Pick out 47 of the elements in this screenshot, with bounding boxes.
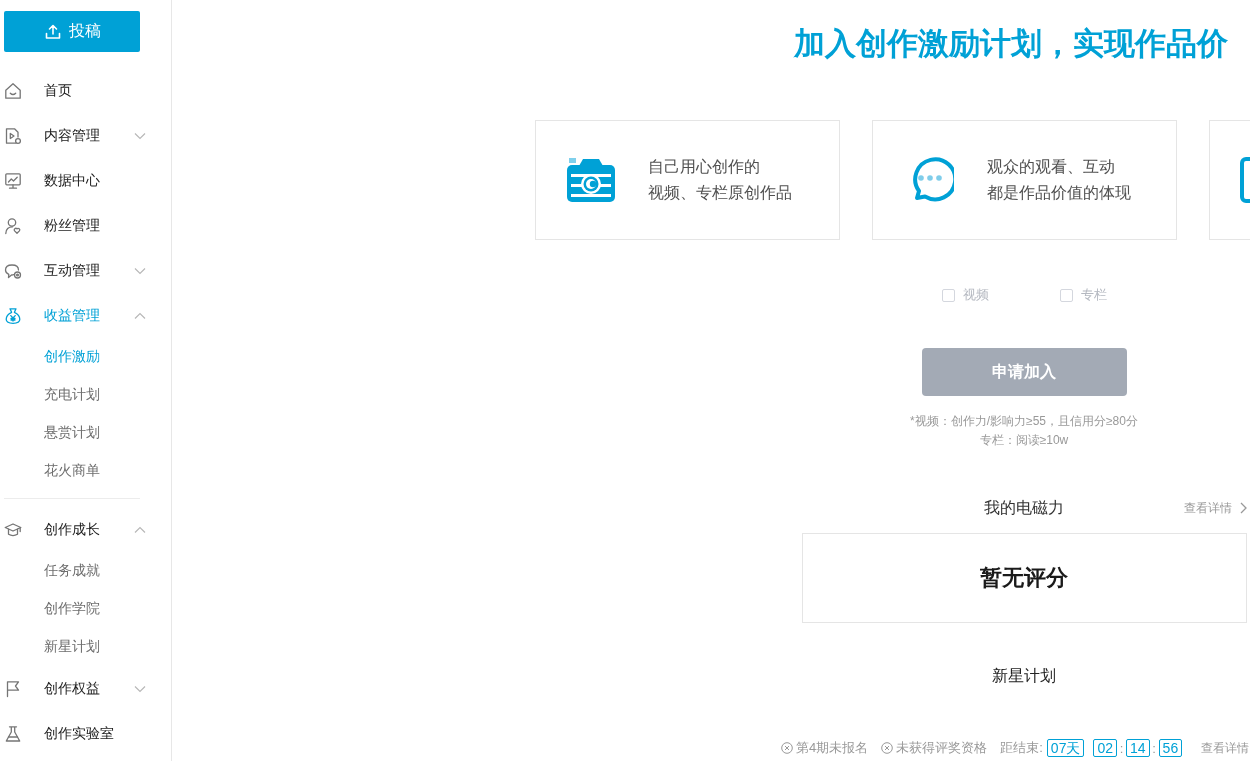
sidebar-item[interactable]: 创作权益 xyxy=(0,666,146,711)
sidebar-subitem[interactable]: 悬赏计划 xyxy=(0,414,146,452)
countdown-box: 14 xyxy=(1126,739,1150,757)
details-link[interactable]: 查看详情 xyxy=(1201,739,1249,757)
requirement-note: 专栏：阅读≥10w xyxy=(979,432,1069,449)
status-text: 未获得评奖资格 xyxy=(896,739,988,757)
requirement-note: *视频：创作力/影响力≥55，且信用分≥80分 xyxy=(910,413,1138,430)
flask-icon xyxy=(4,724,22,743)
sidebar-item[interactable]: 互动管理 xyxy=(0,248,146,293)
upload-icon xyxy=(43,22,62,41)
sidebar-subitem[interactable]: 新星计划 xyxy=(0,628,146,666)
sidebar-item[interactable]: 首页 xyxy=(0,68,146,113)
document-play-icon xyxy=(4,126,22,145)
countdown-box: 02 xyxy=(1093,739,1117,757)
sidebar-item[interactable]: 创作成长 xyxy=(0,507,146,552)
time-separator: : xyxy=(1151,740,1157,756)
chat-bubble-icon xyxy=(4,261,22,280)
score-text: 暂无评分 xyxy=(980,564,1068,592)
card-description: 观众的观看、互动 都是作品价值的体现 xyxy=(986,157,1131,203)
countdown-box: 07天 xyxy=(1046,739,1085,757)
sidebar-item[interactable]: 收益管理 xyxy=(0,293,146,338)
status-text: 第4期未报名 xyxy=(796,739,869,757)
sidebar-subitem[interactable]: 任务成就 xyxy=(0,552,146,590)
card-description: 自己用心创作的 视频、专栏原创作品 xyxy=(647,157,792,203)
sidebar-subitem[interactable]: 创作学院 xyxy=(0,590,146,628)
sidebar-item[interactable]: 创作实验室 xyxy=(0,711,146,756)
sidebar-subitem[interactable]: 创作激励 xyxy=(0,338,146,376)
sidebar-subitem[interactable]: 充电计划 xyxy=(0,376,146,414)
sidebar-item[interactable]: 内容管理 xyxy=(0,113,146,158)
money-bag-icon xyxy=(4,306,22,325)
section-title: 我的电磁力 xyxy=(984,498,1064,518)
sidebar-subitem[interactable]: 花火商单 xyxy=(0,452,146,490)
page-title: 加入创作激励计划，实现作品价 xyxy=(794,26,1229,62)
person-icon xyxy=(4,216,22,235)
section-title: 新星计划 xyxy=(992,666,1056,686)
monitor-chart-icon xyxy=(4,171,22,190)
upload-button[interactable]: 投稿 xyxy=(4,11,140,52)
time-separator: : xyxy=(1118,740,1125,756)
camera-icon xyxy=(565,157,616,203)
home-icon xyxy=(4,81,22,100)
sidebar-item[interactable]: 粉丝管理 xyxy=(0,203,146,248)
sidebar-item[interactable]: 数据中心 xyxy=(0,158,146,203)
details-link[interactable]: 查看详情 xyxy=(1183,499,1247,517)
countdown-label: 距结束: xyxy=(1000,739,1043,757)
flag-icon xyxy=(4,679,22,698)
chevron-right-icon xyxy=(1239,502,1247,514)
countdown-box: 56 xyxy=(1158,739,1183,757)
